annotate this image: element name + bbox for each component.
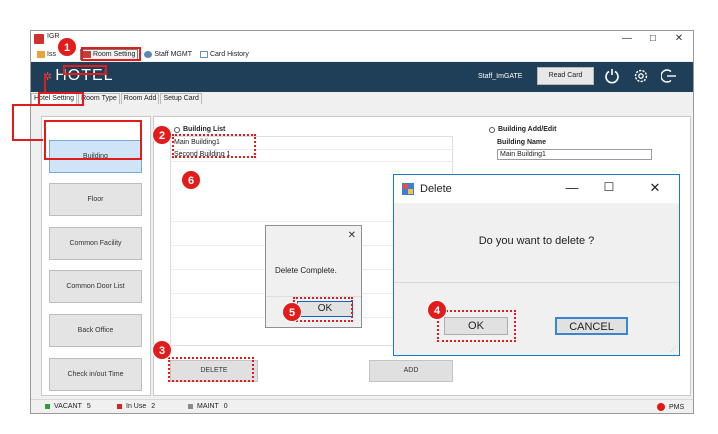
delete-complete-text: Delete Complete.	[275, 266, 337, 275]
tab-room-add[interactable]: Room Add	[120, 93, 160, 104]
status-in-use-count: 2	[151, 403, 156, 410]
pms-dot-icon	[657, 403, 665, 411]
annotation-badge: 6	[181, 170, 201, 190]
screenshot-root: IGR — ☐ ✕ Iss Room Setting Staff MGMT Ca…	[0, 0, 718, 434]
building-list-title: Building List	[174, 126, 225, 133]
status-vacant: VACANT 5	[45, 403, 91, 410]
annotation-box-room-setting	[81, 47, 141, 61]
sidebar-item-check-in-out-time[interactable]: Check in/out Time	[49, 358, 142, 391]
menu-item-staff-mgmt[interactable]: Staff MGMT	[142, 49, 194, 60]
list-grid-line	[171, 161, 454, 162]
read-card-button[interactable]: Read Card	[537, 67, 594, 85]
annotation-box-building-list	[172, 134, 256, 158]
status-maint-count: 0	[223, 403, 228, 410]
sidebar-item-common-door-list[interactable]: Common Door List	[49, 270, 142, 303]
annotation-badge: 1	[57, 37, 77, 57]
annotation-arrow-line	[12, 104, 14, 140]
delete-question-text: Do you want to delete ?	[478, 235, 595, 247]
annotation-box-msg-ok	[293, 297, 353, 322]
dialog-title: Delete	[420, 183, 452, 195]
dialog-maximize-button[interactable]: ☐	[599, 180, 619, 194]
minimize-button[interactable]: —	[617, 32, 637, 46]
dialog-title-bar: Delete — ☐ ✕	[394, 175, 679, 203]
staff-icon	[144, 51, 153, 58]
tab-room-type[interactable]: Room Type	[78, 93, 120, 104]
status-pms: PMS	[657, 403, 684, 411]
logout-icon[interactable]	[661, 68, 677, 84]
dialog-close-button[interactable]: ✕	[645, 180, 665, 196]
section-bullet-icon	[489, 126, 495, 133]
sidebar-item-back-office[interactable]: Back Office	[49, 314, 142, 347]
sidebar-item-common-facility[interactable]: Common Facility	[49, 227, 142, 260]
title-bar: IGR — ☐ ✕	[31, 31, 693, 48]
status-bar: VACANT 5 In Use 2 MAINT 0 PMS	[31, 399, 693, 413]
building-name-input[interactable]: Main Building1	[497, 149, 652, 160]
building-edit-title: Building Add/Edit	[489, 126, 556, 133]
close-window-button[interactable]: ✕	[669, 32, 689, 46]
annotation-badge: 3	[152, 340, 172, 360]
menu-item-label: Staff MGMT	[154, 51, 192, 58]
status-in-use-label: In Use	[126, 403, 147, 410]
settings-gear-icon[interactable]	[633, 68, 649, 84]
resize-grip-icon[interactable]: ⋰	[670, 346, 676, 353]
vacant-square-icon	[45, 404, 50, 409]
in-use-square-icon	[117, 404, 122, 409]
annotation-box-dialog-ok	[437, 310, 516, 342]
annotation-box-delete	[168, 357, 254, 382]
annotation-box-hotel-setting-tab	[38, 92, 84, 106]
maint-square-icon	[188, 404, 193, 409]
annotation-box-building	[44, 120, 142, 160]
close-icon[interactable]: ✕	[348, 230, 356, 241]
menu-item-label: Iss	[47, 51, 56, 58]
tab-setup-card[interactable]: Setup Card	[160, 93, 202, 104]
sidebar-item-floor[interactable]: Floor	[49, 183, 142, 216]
status-pms-label: PMS	[669, 403, 685, 411]
user-name: Staff_ImGATE	[478, 73, 523, 80]
power-icon[interactable]	[604, 68, 620, 84]
annotation-arrow-line	[12, 139, 43, 141]
building-name-label: Building Name	[497, 139, 547, 146]
app-header: ✲ HOTEL Staff_ImGATE Read Card	[31, 62, 693, 92]
annotation-badge: 2	[152, 125, 172, 145]
card-history-icon	[199, 51, 208, 58]
menu-item-label: Card History	[209, 51, 249, 58]
dialog-cancel-button[interactable]: CANCEL	[555, 317, 628, 335]
window-title: IGR	[47, 33, 60, 40]
status-maint: MAINT 0	[188, 403, 228, 410]
add-button[interactable]: ADD	[369, 360, 453, 382]
annotation-arrow-line	[12, 104, 38, 106]
app-icon	[34, 34, 44, 44]
status-in-use: In Use 2	[117, 403, 155, 410]
dialog-app-icon	[402, 183, 414, 195]
annotation-badge: 4	[427, 300, 447, 320]
building-list-title-text: Building List	[183, 126, 226, 133]
status-vacant-label: VACANT	[54, 403, 82, 410]
dialog-minimize-button[interactable]: —	[562, 180, 582, 195]
issue-icon	[37, 51, 45, 58]
status-maint-label: MAINT	[197, 403, 219, 410]
tab-bar: Hotel Setting Room Type Room Add Setup C…	[31, 93, 693, 104]
building-edit-title-text: Building Add/Edit	[498, 126, 557, 133]
annotation-badge: 5	[282, 302, 302, 322]
status-vacant-count: 5	[86, 403, 91, 410]
menu-item-issue[interactable]: Iss	[35, 49, 58, 60]
menu-item-card-history[interactable]: Card History	[198, 49, 251, 60]
section-bullet-icon	[174, 126, 180, 133]
maximize-button[interactable]: ☐	[643, 32, 663, 46]
annotation-arrow-line	[44, 75, 46, 93]
annotation-box-header-logo	[63, 65, 107, 75]
